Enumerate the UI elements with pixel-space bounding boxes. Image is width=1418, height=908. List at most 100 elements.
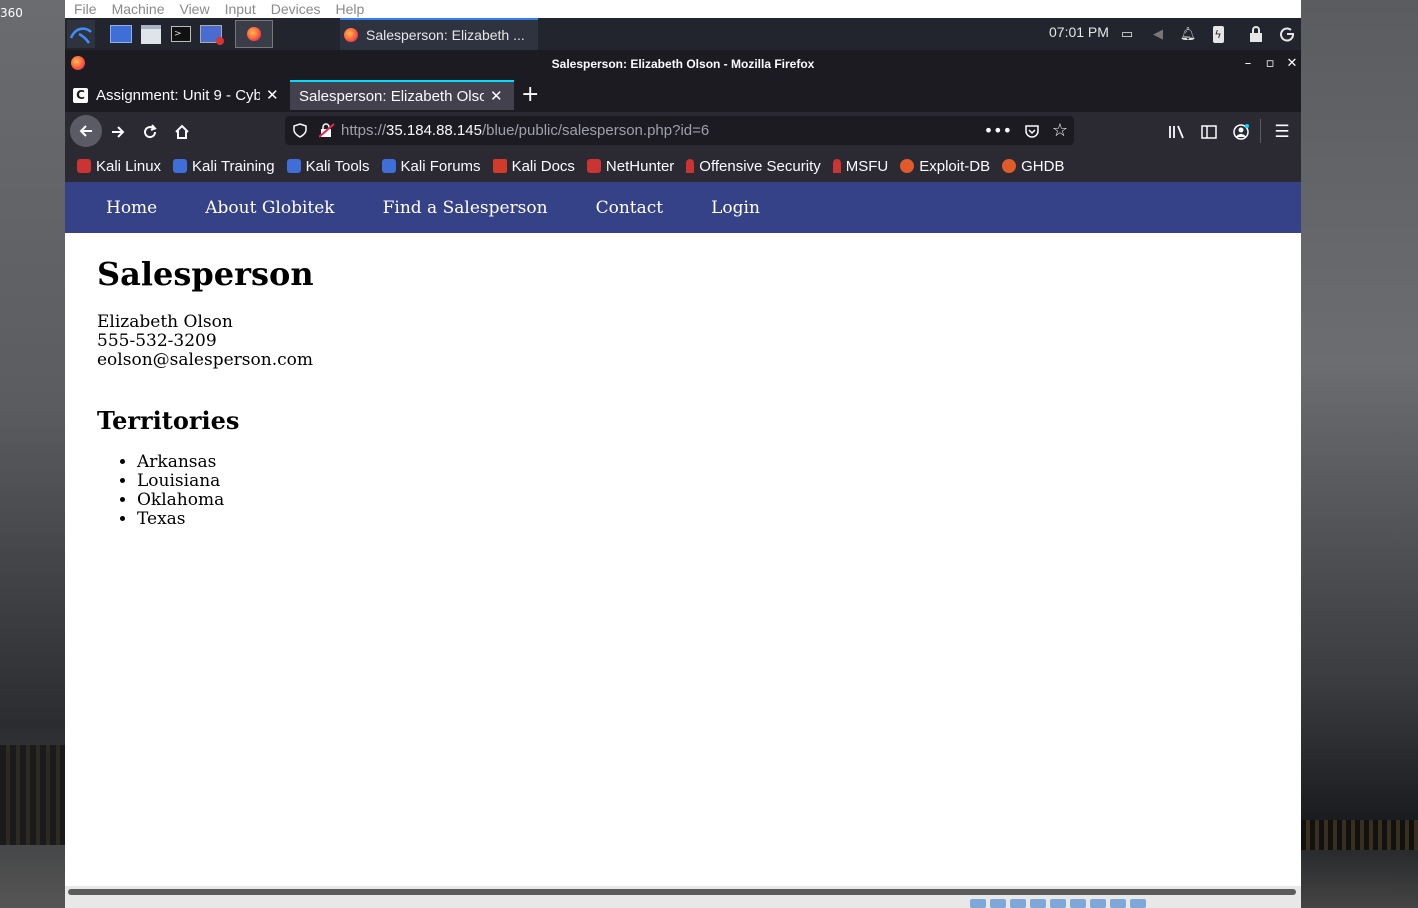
bookmark-msfu[interactable]: MSFU [832,158,888,175]
kali-tools-icon [286,159,301,173]
terminal-icon[interactable]: > [169,23,193,45]
nav-home[interactable]: Home [106,198,157,218]
tab-assignment[interactable]: C Assignment: Unit 9 - Cyb ✕ [73,80,286,110]
close-icon[interactable]: ✕ [266,86,279,104]
kali-top-panel: > [65,18,1301,50]
screen-capture-icon[interactable] [199,23,224,45]
firefox-window-icon [71,56,85,70]
msfu-icon [832,159,841,173]
vbox-menu-view[interactable]: View [179,1,209,17]
bookmark-ghdb[interactable]: GHDB [1002,158,1064,175]
vbox-menu-input[interactable]: Input [225,1,256,17]
keyboard-icon[interactable] [1130,899,1146,908]
tab-label: Salesperson: Elizabeth Olson [299,87,484,105]
firefox-launcher-icon[interactable] [235,20,273,48]
nethunter-icon [586,159,601,173]
bookmark-kali-linux[interactable]: Kali Linux [77,158,161,175]
bookmark-nethunter[interactable]: NetHunter [586,158,674,175]
bookmarks-toolbar: Kali Linux Kali Training Kali Tools Kali… [65,150,1301,182]
tab-favicon: C [73,87,88,103]
tab-bar: C Assignment: Unit 9 - Cyb ✕ Salesperson… [65,78,1301,112]
nav-find-salesperson[interactable]: Find a Salesperson [383,198,548,218]
territory-item: Oklahoma [137,491,314,510]
vbox-status-icons [970,899,1230,908]
site-navigation: Home About Globitek Find a Salesperson C… [65,182,1301,233]
url-text[interactable]: https://35.184.88.145/blue/public/salesp… [341,122,709,139]
salesperson-phone: 555-532-3209 [97,331,217,351]
sidebar-icon[interactable] [1197,120,1221,144]
file-manager-icon[interactable] [139,23,163,45]
minimize-button[interactable]: – [1241,56,1255,71]
volume-icon[interactable]: ◀ [1149,25,1167,43]
desktop-corner-label: 360 [0,6,23,20]
kali-menu-icon[interactable] [67,20,95,48]
taskbar-firefox-window[interactable]: Salesperson: Elizabeth ... [340,18,538,50]
scrollbar-thumb[interactable] [68,889,1296,895]
url-bar[interactable]: https://35.184.88.145/blue/public/salesp… [285,116,1074,145]
nav-about[interactable]: About Globitek [205,198,334,218]
bookmark-exploit-db[interactable]: Exploit-DB [900,158,990,175]
workspace-icon[interactable] [109,23,133,45]
toolbar-divider [1260,119,1261,143]
exploit-db-icon [900,159,915,173]
offsec-icon [686,159,695,173]
kali-forums-icon [381,159,396,173]
back-button[interactable] [70,115,102,147]
bookmark-kali-forums[interactable]: Kali Forums [381,158,481,175]
insecure-lock-icon[interactable] [318,123,335,138]
salesperson-name: Elizabeth Olson [97,312,233,332]
new-tab-button[interactable]: + [521,82,539,107]
tab-label: Assignment: Unit 9 - Cyb [96,86,260,104]
close-window-button[interactable]: ✕ [1285,56,1299,71]
optical-drive-icon[interactable] [990,899,1006,908]
shield-icon[interactable] [293,123,307,138]
ghdb-icon [1002,159,1017,173]
bell-icon[interactable]: 🔔︎ [1179,25,1197,43]
display-icon[interactable]: ▭ [1118,25,1136,43]
vbox-menu-file[interactable]: File [74,1,97,17]
lock-icon[interactable] [1247,25,1265,43]
bookmark-kali-docs[interactable]: Kali Docs [492,158,575,175]
home-button[interactable] [170,120,194,144]
battery-icon[interactable]: ϟ [1209,25,1227,43]
territories-list: Arkansas Louisiana Oklahoma Texas [97,453,314,529]
tab-salesperson[interactable]: Salesperson: Elizabeth Olson ✕ [290,80,514,110]
bookmark-star-icon[interactable]: ☆ [1052,120,1068,141]
pocket-icon[interactable] [1024,123,1040,139]
logout-icon[interactable] [1278,25,1296,43]
vbox-menu-bar: File Machine View Input Devices Help [65,0,1301,18]
forward-button[interactable] [106,120,130,144]
page-actions-icon[interactable]: ••• [984,121,1012,140]
nav-login[interactable]: Login [711,198,760,218]
hamburger-menu-icon[interactable]: ☰ [1270,120,1294,144]
hdd-icon[interactable] [970,899,986,908]
reload-button[interactable] [138,120,162,144]
city-lights-right [1301,820,1418,850]
maximize-button[interactable]: ▫ [1263,56,1277,71]
vbox-menu-devices[interactable]: Devices [271,1,321,17]
account-icon[interactable] [1229,120,1253,144]
library-icon[interactable] [1165,120,1189,144]
firefox-titlebar: Salesperson: Elizabeth Olson - Mozilla F… [65,50,1301,78]
usb-icon[interactable] [1050,899,1066,908]
panel-clock[interactable]: 07:01 PM [1049,24,1109,40]
firefox-icon [344,28,358,42]
close-icon[interactable]: ✕ [490,87,503,105]
shared-folder-icon[interactable] [1070,899,1086,908]
nav-contact[interactable]: Contact [596,198,664,218]
bookmark-kali-tools[interactable]: Kali Tools [286,158,370,175]
taskbar-window-label: Salesperson: Elizabeth ... [366,27,525,43]
vbox-menu-help[interactable]: Help [336,1,365,17]
audio-icon[interactable] [1010,899,1026,908]
kali-dragon-icon [77,159,91,173]
kali-training-icon [173,159,188,173]
capture-icon[interactable] [1110,899,1126,908]
vbox-menu-machine[interactable]: Machine [112,1,165,17]
navigation-toolbar: https://35.184.88.145/blue/public/salesp… [65,112,1301,150]
bookmark-kali-training[interactable]: Kali Training [173,158,275,175]
territory-item: Louisiana [137,472,314,491]
city-lights-left [0,745,65,845]
bookmark-offensive-security[interactable]: Offensive Security [686,158,821,175]
display-status-icon[interactable] [1090,899,1106,908]
network-icon[interactable] [1030,899,1046,908]
